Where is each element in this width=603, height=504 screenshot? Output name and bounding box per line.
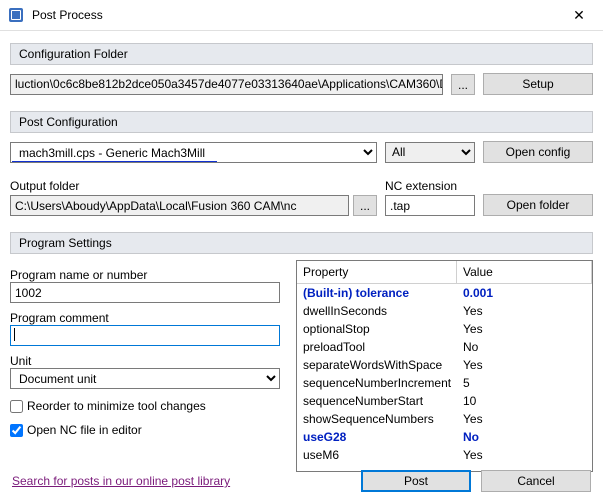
property-row[interactable]: (Built-in) tolerance0.001 [297,284,592,302]
text-caret [14,328,15,341]
property-value: Yes [457,302,592,320]
properties-header-value[interactable]: Value [457,261,592,284]
open-config-button[interactable]: Open config [483,141,593,163]
property-row[interactable]: sequenceNumberIncrement5 [297,374,592,392]
property-row[interactable]: useM6Yes [297,446,592,464]
property-value: No [457,338,592,356]
reorder-checkbox[interactable] [10,400,23,413]
property-name: dwellInSeconds [297,302,457,320]
program-name-input[interactable] [10,282,280,303]
reorder-label: Reorder to minimize tool changes [27,399,206,413]
open-nc-label: Open NC file in editor [27,423,142,437]
cancel-button[interactable]: Cancel [481,470,591,492]
property-row[interactable]: dwellInSecondsYes [297,302,592,320]
property-row[interactable]: showSequenceNumbersYes [297,410,592,428]
unit-select[interactable]: Document unit [10,368,280,389]
app-icon [8,7,24,23]
program-comment-input[interactable] [10,325,280,346]
section-program-settings: Program Settings [10,232,593,254]
section-post-config: Post Configuration [10,111,593,133]
property-value: Yes [457,320,592,338]
window-title: Post Process [32,8,559,22]
property-row[interactable]: preloadToolNo [297,338,592,356]
setup-button[interactable]: Setup [483,73,593,95]
property-value: Yes [457,410,592,428]
unit-label: Unit [10,354,280,368]
property-name: useM6 [297,446,457,464]
property-value: Yes [457,356,592,374]
config-folder-path: luction\0c6c8be812b2dce050a3457de4077e03… [10,74,443,95]
program-name-label: Program name or number [10,268,280,282]
property-row[interactable]: optionalStopYes [297,320,592,338]
open-folder-button[interactable]: Open folder [483,194,593,216]
property-value: 10 [457,392,592,410]
property-value: Yes [457,446,592,464]
program-comment-label: Program comment [10,311,280,325]
section-config-folder: Configuration Folder [10,43,593,65]
config-folder-browse[interactable]: ... [451,74,475,95]
property-row[interactable]: sequenceNumberStart10 [297,392,592,410]
property-name: sequenceNumberStart [297,392,457,410]
property-name: (Built-in) tolerance [297,284,457,302]
property-name: showSequenceNumbers [297,410,457,428]
nc-ext-input[interactable] [385,195,475,216]
post-button[interactable]: Post [361,470,471,492]
property-value: No [457,428,592,446]
search-posts-link[interactable]: Search for posts in our online post libr… [12,474,230,488]
output-folder-browse[interactable]: ... [353,195,377,216]
property-value: 5 [457,374,592,392]
open-nc-checkbox[interactable] [10,424,23,437]
properties-table: Property Value (Built-in) tolerance0.001… [296,260,593,472]
post-filter-select[interactable]: All [385,142,475,163]
property-row[interactable]: useG28No [297,428,592,446]
property-name: useG28 [297,428,457,446]
output-folder-label: Output folder [10,179,377,193]
property-name: preloadTool [297,338,457,356]
post-config-select[interactable]: mach3mill.cps - Generic Mach3Mill [10,142,377,163]
output-folder-path [10,195,349,216]
property-name: separateWordsWithSpace [297,356,457,374]
properties-header-property[interactable]: Property [297,261,457,284]
close-button[interactable]: ✕ [559,0,599,30]
property-name: sequenceNumberIncrement [297,374,457,392]
property-row[interactable]: separateWordsWithSpaceYes [297,356,592,374]
property-name: optionalStop [297,320,457,338]
annotation-underline [12,161,217,162]
property-value: 0.001 [457,284,592,302]
nc-ext-label: NC extension [385,179,475,193]
